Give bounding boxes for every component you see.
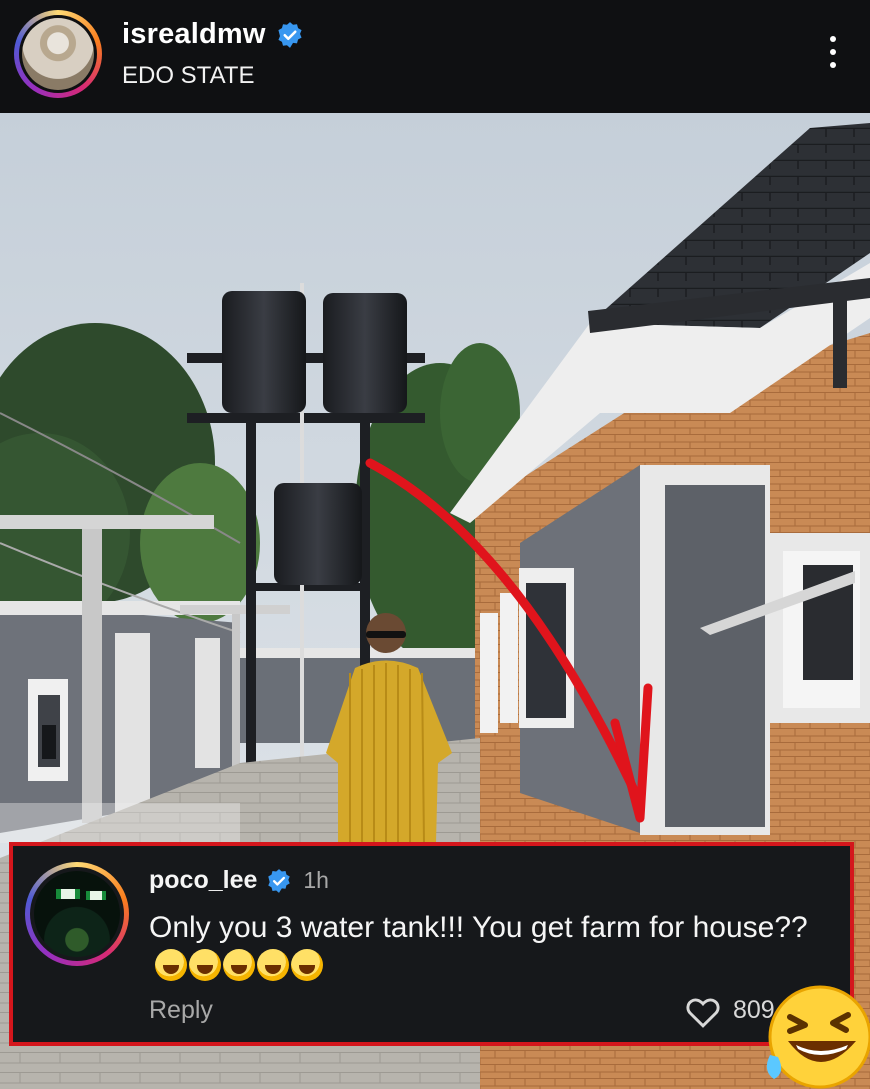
profile-avatar[interactable] [14,10,102,98]
laughing-emoji-icon [189,949,221,981]
highlighted-comment: poco_lee 1h Only you 3 water tank!!! You… [9,842,854,1046]
more-options-icon[interactable] [830,36,836,75]
avatar-inner [19,15,97,93]
comment-body: Only you 3 water tank!!! You get farm fo… [149,911,808,944]
username-row: isrealdmw [122,18,304,51]
reply-button[interactable]: Reply [149,996,213,1025]
laughing-emoji-icon [155,949,187,981]
verified-badge-icon [278,21,302,48]
verified-badge-icon [268,868,291,893]
rolling-laughing-emoji [766,985,870,1089]
post-location[interactable]: EDO STATE [122,62,254,90]
laughing-emoji-icon [223,949,255,981]
heart-icon[interactable] [685,996,721,1028]
laughing-emoji-icon [257,949,289,981]
comment-emojis [155,949,323,981]
commenter-avatar-image [34,871,120,957]
comment-time: 1h [303,867,329,893]
comment-text: Only you 3 water tank!!! You get farm fo… [149,908,809,988]
comment-header: poco_lee 1h [149,866,329,895]
post-header: isrealdmw EDO STATE [0,0,870,113]
comment-username[interactable]: poco_lee [149,866,257,895]
commenter-avatar[interactable] [25,862,129,966]
post-username[interactable]: isrealdmw [122,18,266,51]
commenter-avatar-inner [30,867,124,961]
avatar-image [22,18,94,90]
crying-emoji-icon [291,949,323,981]
